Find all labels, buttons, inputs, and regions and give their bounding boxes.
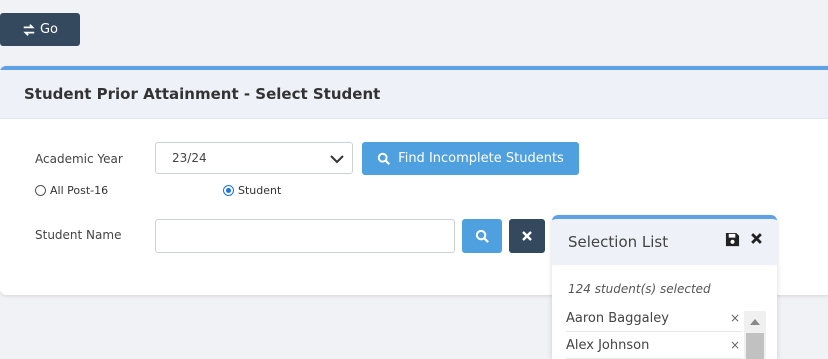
academic-year-value: 23/24 [172, 151, 207, 165]
list-item[interactable]: Aaron Baggaley × [566, 305, 742, 332]
radio-all-label: All Post-16 [50, 184, 109, 197]
selection-count: 124 student(s) selected [568, 282, 711, 296]
selection-list-title: Selection List [568, 233, 669, 251]
radio-student-label: Student [238, 184, 282, 197]
selection-list-header: Selection List [552, 219, 777, 265]
chevron-down-icon [330, 155, 344, 164]
academic-year-select[interactable]: 23/24 [155, 142, 353, 174]
close-icon [522, 231, 532, 241]
student-search-button[interactable] [462, 219, 502, 253]
go-button[interactable]: Go [0, 13, 80, 46]
remove-icon[interactable]: × [730, 338, 740, 352]
student-name-label: Student Name [35, 228, 122, 242]
clear-button[interactable] [509, 219, 545, 253]
scrollbar[interactable] [744, 311, 766, 359]
student-name-input[interactable] [155, 219, 455, 253]
panel-title: Student Prior Attainment - Select Studen… [0, 70, 828, 119]
scroll-thumb[interactable] [746, 333, 764, 359]
selection-list-panel: Selection List 124 student(s) selected A… [552, 215, 777, 359]
radio-all-post-16[interactable]: All Post-16 [35, 184, 108, 197]
find-button-label: Find Incomplete Students [398, 151, 564, 166]
radio-circle-selected[interactable] [223, 185, 234, 196]
list-item-name: Aaron Baggaley [566, 310, 669, 326]
list-item[interactable]: Alex Johnson × [566, 332, 742, 359]
search-icon [377, 152, 391, 165]
save-icon[interactable] [725, 232, 740, 247]
remove-icon[interactable]: × [730, 311, 740, 325]
scroll-up-arrow-icon[interactable] [744, 311, 766, 331]
close-icon[interactable] [750, 232, 763, 245]
academic-year-label: Academic Year [35, 152, 123, 166]
radio-student[interactable]: Student [223, 184, 281, 197]
search-icon [475, 229, 489, 243]
swap-icon [23, 23, 35, 36]
find-incomplete-students-button[interactable]: Find Incomplete Students [362, 142, 579, 175]
radio-circle[interactable] [35, 185, 46, 196]
go-label: Go [39, 22, 59, 37]
